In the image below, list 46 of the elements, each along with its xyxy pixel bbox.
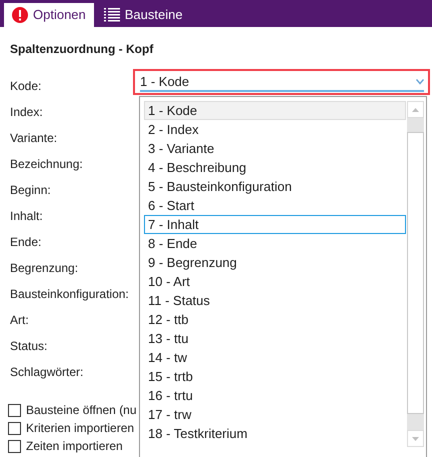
dropdown-option[interactable]: 15 - trtb <box>144 367 406 386</box>
dropdown-option[interactable]: 16 - trtu <box>144 386 406 405</box>
dropdown-option[interactable]: 3 - Variante <box>144 139 406 158</box>
dropdown-option[interactable]: 13 - ttu <box>144 329 406 348</box>
field-label: Bezeichnung: <box>10 156 83 173</box>
scroll-down-icon <box>412 436 419 440</box>
field-label: Ende: <box>10 234 42 251</box>
checkbox-label: Bausteine öffnen (nu <box>26 402 137 419</box>
field-label: Schlagwörter: <box>10 364 84 381</box>
field-label: Inhalt: <box>10 208 43 225</box>
field-label: Beginn: <box>10 182 51 199</box>
dropdown-option[interactable]: 1 - Kode <box>144 101 406 120</box>
dropdown-option[interactable]: 6 - Start <box>144 196 406 215</box>
scroll-up-icon <box>412 108 419 112</box>
dropdown-option[interactable]: 10 - Art <box>144 272 406 291</box>
dropdown-option[interactable]: 14 - tw <box>144 348 406 367</box>
chevron-down-icon <box>416 79 424 85</box>
checkbox-label: Zeiten importieren <box>26 438 123 455</box>
field-label: Status: <box>10 338 48 355</box>
dropdown-option[interactable]: 9 - Begrenzung <box>144 253 406 272</box>
field-label: Kode: <box>10 78 42 95</box>
dropdown-option[interactable]: 5 - Bausteinkonfiguration <box>144 177 406 196</box>
section-title: Spaltenzuordnung - Kopf <box>10 41 154 58</box>
field-label: Variante: <box>10 130 58 147</box>
checkbox[interactable] <box>8 422 21 434</box>
checkbox[interactable] <box>8 404 21 416</box>
dropdown-value: 1 - Kode <box>140 73 190 92</box>
list-icon <box>104 8 120 22</box>
checkbox-label: Kriterien importieren <box>26 420 134 437</box>
dropdown-option[interactable]: 18 - Testkriterium <box>144 424 406 443</box>
field-label: Bausteinkonfiguration: <box>10 286 129 303</box>
dropdown-option[interactable]: 8 - Ende <box>144 234 406 253</box>
dropdown-option[interactable]: 4 - Beschreibung <box>144 158 406 177</box>
checkbox[interactable] <box>8 440 21 452</box>
dropdown-option[interactable]: 2 - Index <box>144 120 406 139</box>
tab[interactable]: Bausteine <box>96 3 191 27</box>
dropdown-option[interactable]: 7 - Inhalt <box>144 215 406 234</box>
dropdown-option[interactable]: 11 - Status <box>144 291 406 310</box>
field-label: Begrenzung: <box>10 260 78 277</box>
field-label: Index: <box>10 104 43 121</box>
alert-icon <box>12 7 28 23</box>
dropdown-option[interactable]: 17 - trw <box>144 405 406 424</box>
field-label: Art: <box>10 312 29 329</box>
tab[interactable]: Optionen <box>4 3 94 27</box>
dropdown-field[interactable]: 1 - Kode <box>133 69 430 95</box>
dropdown-option[interactable]: 12 - ttb <box>144 310 406 329</box>
